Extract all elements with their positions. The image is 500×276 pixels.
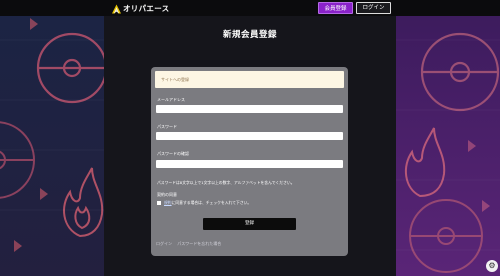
password-confirm-label: パスワードの確認 [157,151,189,156]
page-title: 新規会員登録 [222,30,277,40]
notice-box: サイトへの登録 [155,71,344,88]
notice-text: サイトへの登録 [161,77,189,82]
registration-form: サイトへの登録 メールアドレス パスワード パスワードの確認 パスワードは8文字… [151,67,348,256]
top-header [0,0,500,16]
register-button[interactable]: 会員登録 [318,2,353,14]
terms-row: 規約に同意する場合は、チェックを入れて下さい。 [157,200,251,206]
submit-button[interactable]: 登録 [203,218,296,230]
password-hint: パスワードは8文字以上で1文字以上の数字、アルファベットを含んでください。 [157,180,295,185]
logo-text: オリパエース [123,4,170,13]
login-button[interactable]: ログイン [356,2,391,14]
terms-link[interactable]: 規約 [164,200,172,205]
footer-links: ログイン パスワードを忘れた場合 [156,241,225,247]
gear-icon[interactable]: ⚙ [486,260,498,272]
email-label: メールアドレス [157,97,185,102]
password-label: パスワード [157,124,177,129]
terms-text: に同意する場合は、チェックを入れて下さい。 [171,200,252,205]
terms-text-wrap: 規約に同意する場合は、チェックを入れて下さい。 [164,200,251,206]
logo-mark-icon [112,4,121,13]
site-logo[interactable]: オリパエース [112,3,169,14]
password-confirm-field[interactable] [156,160,343,168]
terms-heading: 契約の同意 [157,192,177,197]
forgot-password-link[interactable]: パスワードを忘れた場合 [177,241,221,246]
footer-login-link[interactable]: ログイン [156,241,172,246]
terms-checkbox[interactable] [157,201,161,205]
password-field[interactable] [156,132,343,140]
email-field[interactable] [156,105,343,113]
